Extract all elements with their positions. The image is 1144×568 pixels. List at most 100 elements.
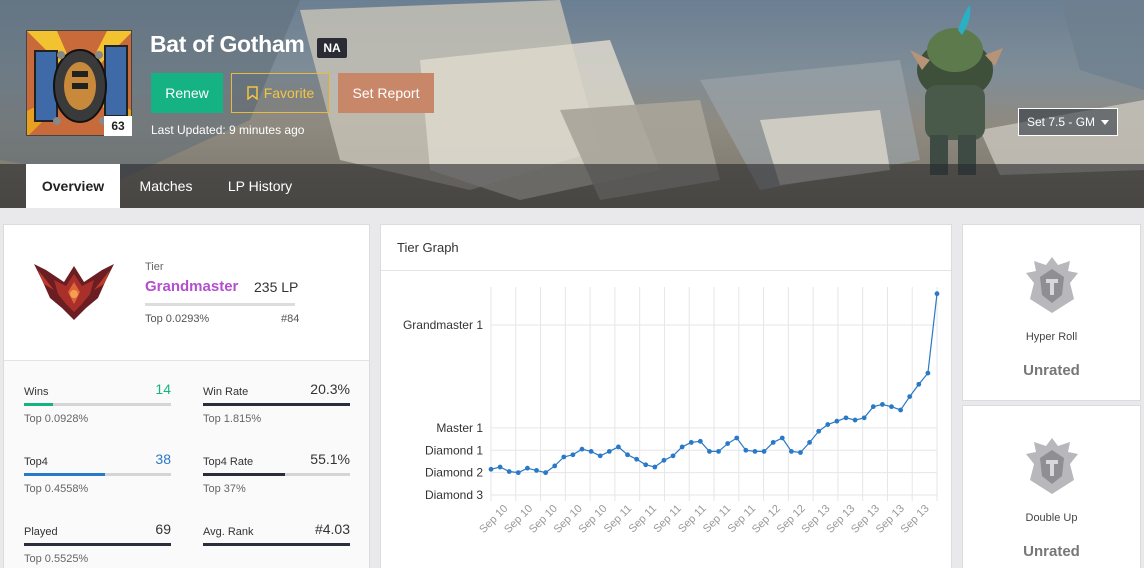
set-select-dropdown[interactable]: Set 7.5 - GM [1018,108,1118,136]
set-select-value: Set 7.5 - GM [1027,115,1096,129]
stat-value: 55.1% [310,451,350,467]
data-point [752,448,758,454]
tab-matches[interactable]: Matches [126,164,206,208]
data-point [852,417,858,423]
summoner-name: Bat of Gotham [150,31,305,57]
mode-status: Unrated [1023,543,1080,560]
data-point [861,415,867,421]
y-tick-label: Master 1 [436,421,483,435]
stat-label: Avg. Rank [203,526,254,538]
x-tick-label: Sep 13 [899,503,932,536]
data-point [743,447,749,453]
level-badge: 63 [104,116,132,136]
data-point [488,466,494,472]
stat-bar-fill [24,543,171,546]
rank-card: Tier Grandmaster 235 LP Top 0.0293% #84 … [3,224,370,568]
data-point [543,470,549,476]
data-point [652,464,658,470]
stat-value: 69 [155,521,171,537]
data-point [552,463,558,469]
data-point [934,291,940,297]
data-point [734,435,740,441]
data-point [707,448,712,454]
data-point [606,448,612,454]
favorite-button[interactable]: Favorite [231,73,330,113]
data-point [870,404,876,410]
shield-emblem-icon [1026,438,1078,494]
data-point [679,444,685,450]
tab-overview[interactable]: Overview [26,164,120,208]
stat-bar-fill [203,473,286,476]
tab-lp-history[interactable]: LP History [214,164,306,208]
stat-label: Top4 Rate [203,456,254,468]
data-point [616,444,621,450]
data-point [898,407,903,413]
stat-bar [24,543,171,546]
tier-top-percent: Top 0.0293% [145,313,210,325]
league-points: 235 LP [254,279,299,295]
data-point [907,394,913,399]
y-tick-label: Grandmaster 1 [403,318,483,332]
y-tick-label: Diamond 3 [425,488,483,502]
stat-label: Top4 [24,456,48,468]
stat-bar [24,403,171,406]
stats-grid: Wins 14 Top 0.0928% Win Rate 20.3% Top 1… [4,360,369,568]
chevron-down-icon [1101,120,1109,125]
mode-card-hyper-roll: Hyper Roll Unrated [962,224,1141,401]
stat-value: 20.3% [310,381,350,397]
stat-bar [203,473,350,476]
set-report-button[interactable]: Set Report [338,73,434,113]
data-point [697,438,703,444]
stat-sub: Top 1.815% [203,413,262,425]
data-point [561,454,567,460]
data-point [725,441,731,446]
mode-status: Unrated [1023,362,1080,379]
data-point [825,422,831,427]
tier-name: Grandmaster [145,278,239,295]
data-point [889,404,894,410]
stat-sub: Top 37% [203,483,246,495]
profile-tabs: Overview Matches LP History [0,164,1144,208]
data-point [879,402,885,407]
stat-value: #4.03 [314,521,350,537]
data-point [506,469,512,474]
data-point [670,453,676,459]
y-tick-label: Diamond 1 [425,443,483,457]
last-updated-text: Last Updated: 9 minutes ago [151,123,305,137]
data-point [643,462,649,468]
renew-button[interactable]: Renew [151,73,223,113]
tier-graph-chart: Diamond 3 Diamond 2 Diamond 1 Master 1 Grand… [403,287,940,536]
mode-card-double-up: Double Up Unrated [962,405,1141,568]
bookmark-icon [246,86,258,100]
data-point [834,418,840,424]
tier-label: Tier [145,261,164,273]
data-point [798,450,803,455]
data-point [661,457,667,463]
data-point [807,440,812,445]
graph-title: Tier Graph [397,240,459,255]
data-point [579,446,585,452]
favorite-label: Favorite [263,85,315,101]
data-point [597,453,603,459]
data-point [588,448,594,454]
mode-name: Hyper Roll [1025,331,1078,343]
data-point [788,448,794,454]
shield-emblem-icon [1026,257,1078,313]
data-point [688,440,694,445]
tier-graph-card: Tier Graph Diamond 3 Diamond 2 Diamond 1 Ma… [380,224,952,568]
stat-label: Played [24,526,58,538]
stat-bar [203,403,350,406]
stat-sub: Top 0.5525% [24,553,89,565]
region-badge: NA [317,38,347,58]
data-point [534,467,539,473]
data-point [625,452,630,458]
data-point [779,435,785,441]
stat-value: 14 [155,381,171,397]
stat-bar-fill [203,403,350,406]
data-point [770,440,776,445]
mode-name: Double Up [1025,512,1078,524]
stat-bar [203,543,350,546]
stat-sub: Top 0.4558% [24,483,89,495]
data-point [515,470,521,476]
data-point [634,456,640,462]
